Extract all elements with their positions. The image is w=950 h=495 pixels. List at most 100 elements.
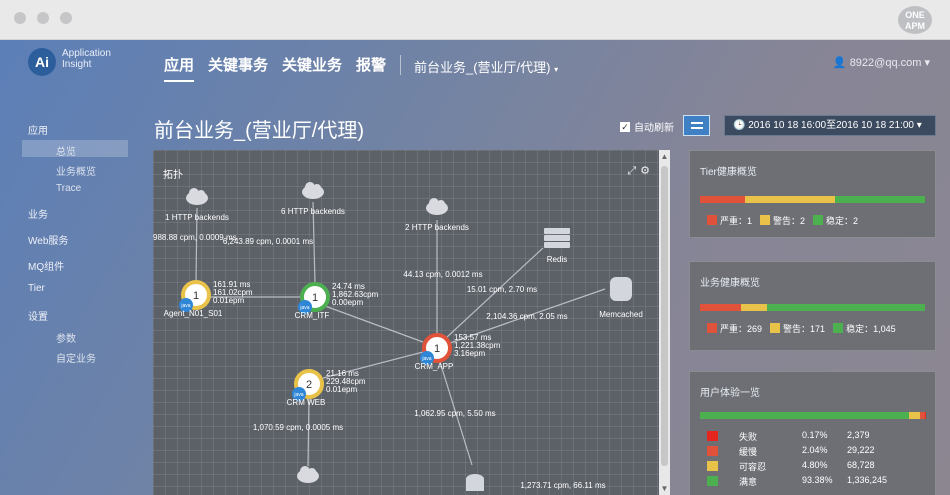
ux-percent: 0.17% [802,430,828,440]
bar-segment [835,196,925,203]
app-context-dropdown[interactable]: 前台业务_(营业厅/代理) ▾ [414,57,558,76]
edge-label: 15.01 cpm, 2.70 ms [467,285,537,294]
user-experience-title: 用户体验一览 [700,388,760,399]
http-backend-label: 6 HTTP backends [281,207,345,216]
ux-swatch [707,446,718,456]
node-error-rate[interactable]: 0.01epm [326,385,357,394]
business-health-bar [700,304,925,311]
minimize-window-button[interactable] [37,12,49,24]
view-menu-button[interactable] [683,115,710,136]
tier-health-bar [700,196,925,203]
memcached-label: Memcached [599,310,643,319]
app-logo-icon[interactable]: Ai [28,48,56,76]
logo-line-1: Application [62,48,111,59]
node-error-rate[interactable]: 3.16epm [454,349,485,358]
bar-segment [909,412,921,419]
bar-segment [700,304,741,311]
user-icon: 👤 [832,57,850,69]
app-logo-text: Application Insight [62,48,111,70]
ux-label: 失败 [739,432,758,442]
sidebar-item-tier[interactable]: Tier [28,283,45,294]
close-window-button[interactable] [14,12,26,24]
settings-icon[interactable]: ⚙ [640,165,654,177]
sidebar-item-custom-biz[interactable]: 自定业务 [56,350,96,365]
ux-percent: 4.80% [802,460,828,470]
edge-label: 6,243.89 cpm, 0.0001 ms [223,237,313,246]
sidebar-item-settings[interactable]: 设置 [28,308,48,323]
tab-key-transactions[interactable]: 关键事务 [208,54,268,75]
logo-line-2: Insight [62,59,92,70]
caret-down-icon: ▾ [554,65,559,74]
scroll-down-icon[interactable]: ▼ [660,484,669,493]
redis-icon [544,242,570,248]
topology-edge [324,305,424,343]
time-range-label: 2016 10 18 16:00至2016 10 18 21:00 [748,120,914,131]
tab-key-business[interactable]: 关键业务 [282,54,342,75]
sidebar-item-business[interactable]: 业务 [28,206,48,221]
sidebar-item-params[interactable]: 参数 [56,330,76,345]
app-context-label: 前台业务_(营业厅/代理) [414,60,551,75]
ux-count: 2,379 [847,430,870,440]
node-instance-count[interactable]: 1 [193,290,199,302]
scroll-thumb[interactable] [661,166,668,466]
bar-segment [700,412,910,419]
tier-health-panel: Tier健康概览 严重：1 警告：2 稳定：2 [689,150,936,238]
node-instance-count[interactable]: 1 [312,292,318,304]
edge-label: 1,070.59 cpm, 0.0005 ms [253,423,343,432]
time-range-picker[interactable]: 🕒 2016 10 18 16:00至2016 10 18 21:00 ▾ [724,115,936,136]
cloud-icon [308,468,316,476]
sidebar-item-app[interactable]: 应用 [28,122,48,137]
cloud-icon [437,200,445,208]
sidebar-item-biz-overview[interactable]: 业务概览 [56,163,96,178]
ux-label: 可容忍 [739,462,767,472]
topology-panel[interactable]: 988.88 cpm, 0.0009 ms 6,243.89 cpm, 0.000… [153,150,670,495]
topology-canvas[interactable]: 988.88 cpm, 0.0009 ms6,243.89 cpm, 0.000… [153,150,670,495]
node-name[interactable]: CRM_APP [415,362,454,371]
node-name[interactable]: CRM_ITF [295,311,330,320]
node-name[interactable]: CRM WEB [287,398,326,407]
business-health-title: 业务健康概览 [700,278,760,289]
window-titlebar: ONE APM [0,0,950,40]
scroll-up-icon[interactable]: ▲ [660,152,669,161]
node-error-rate[interactable]: 0.00epm [332,298,363,307]
ux-row: 可容忍 4.80% 68,728 [707,460,922,473]
redis-icon [544,235,570,241]
ux-row: 满意 93.38% 1,336,245 [707,475,922,488]
tier-health-title: Tier健康概览 [700,167,757,178]
sidebar-item-overview[interactable]: 总览 [56,143,76,158]
edge-label: 1,273.71 cpm, 66.11 ms [520,481,605,490]
sidebar-item-web-service[interactable]: Web服务 [28,232,68,247]
bar-segment [740,304,767,311]
user-experience-bar [700,412,925,419]
node-instance-count[interactable]: 2 [306,379,312,391]
tab-alerts[interactable]: 报警 [356,54,386,75]
tab-app[interactable]: 应用 [164,54,195,82]
business-health-panel: 业务健康概览 严重：269 警告：171 稳定：1,045 [689,261,936,351]
business-health-legend: 严重：269 警告：171 稳定：1,045 [707,322,896,335]
ux-swatch [707,431,718,441]
ux-label: 满意 [739,477,758,487]
menu-icon [691,127,703,129]
user-email: 8922@qq.com [849,57,922,69]
bar-segment [766,304,925,311]
node-instance-count[interactable]: 1 [434,343,440,355]
node-error-rate[interactable]: 0.01epm [213,296,244,305]
ux-swatch [707,461,718,471]
redis-icon [544,228,570,234]
ux-count: 68,728 [847,460,875,470]
user-experience-panel: 用户体验一览 失败 0.17% 2,379 缓慢 2.04% 29,222 可容忍 4.80%… [689,371,936,495]
topology-scrollbar[interactable]: ▲ ▼ [659,150,670,495]
expand-icon[interactable]: ⤢ [627,165,640,177]
sidebar-item-trace[interactable]: Trace [56,183,81,194]
tier-health-legend: 严重：1 警告：2 稳定：2 [707,214,858,227]
auto-refresh-checkbox[interactable]: ✓ [620,121,630,132]
cloud-icon [197,190,205,198]
ux-swatch [707,476,718,486]
auto-refresh-toggle[interactable]: ✓ 自动刷新 [620,119,674,134]
legend-critical: 严重：1 [707,214,752,227]
sidebar-item-mq[interactable]: MQ组件 [28,258,64,273]
user-menu[interactable]: 👤 8922@qq.com ▾ [833,56,930,69]
maximize-window-button[interactable] [60,12,72,24]
node-name[interactable]: Agent_N01_S01 [164,309,223,318]
ux-row: 失败 0.17% 2,379 [707,430,922,443]
